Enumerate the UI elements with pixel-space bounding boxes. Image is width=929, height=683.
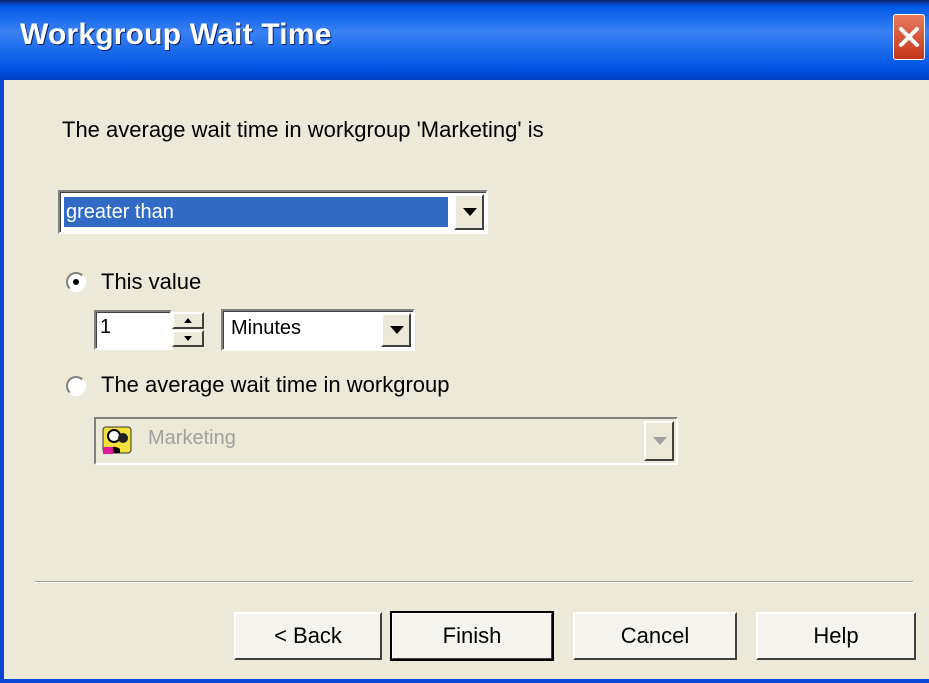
close-icon	[899, 27, 919, 47]
unit-select-value: Minutes	[231, 317, 302, 339]
comparison-select-value: greater than	[64, 197, 448, 227]
arrow-down-icon	[184, 336, 192, 341]
window-title: Workgroup Wait Time	[20, 18, 332, 51]
help-button[interactable]: Help	[756, 612, 916, 660]
cancel-button[interactable]: Cancel	[573, 612, 737, 660]
workgroup-icon	[102, 426, 132, 454]
workgroup-select[interactable]: Marketing	[94, 417, 678, 465]
radio-this-value[interactable]	[66, 272, 86, 292]
value-spin-text: 1	[100, 316, 112, 338]
radio-checked-dot	[73, 279, 79, 285]
comparison-select[interactable]: greater than	[58, 190, 488, 234]
separator	[35, 581, 913, 583]
chevron-down-icon	[463, 208, 477, 216]
radio-workgroup-wait[interactable]	[66, 376, 86, 396]
comparison-dropdown-button[interactable]	[454, 194, 484, 230]
workgroup-dropdown-button[interactable]	[644, 421, 674, 461]
dialog-body: The average wait time in workgroup 'Mark…	[0, 80, 929, 683]
workgroup-select-value: Marketing	[148, 427, 236, 449]
radio-this-value-label[interactable]: This value	[101, 269, 201, 295]
unit-dropdown-button[interactable]	[381, 313, 411, 347]
unit-select[interactable]: Minutes	[221, 309, 415, 351]
title-bar: Workgroup Wait Time	[0, 0, 929, 80]
spin-up-button[interactable]	[172, 312, 204, 329]
value-spinner	[172, 312, 204, 348]
prompt-text: The average wait time in workgroup 'Mark…	[62, 117, 544, 142]
radio-workgroup-wait-label[interactable]: The average wait time in workgroup	[101, 372, 450, 398]
finish-button[interactable]: Finish	[390, 611, 554, 661]
value-spin-input[interactable]: 1	[94, 310, 172, 350]
chevron-down-icon	[653, 437, 667, 445]
arrow-up-icon	[184, 318, 192, 323]
close-button[interactable]	[893, 14, 925, 60]
spin-down-button[interactable]	[172, 330, 204, 347]
chevron-down-icon	[390, 326, 404, 334]
back-button[interactable]: < Back	[234, 612, 382, 660]
